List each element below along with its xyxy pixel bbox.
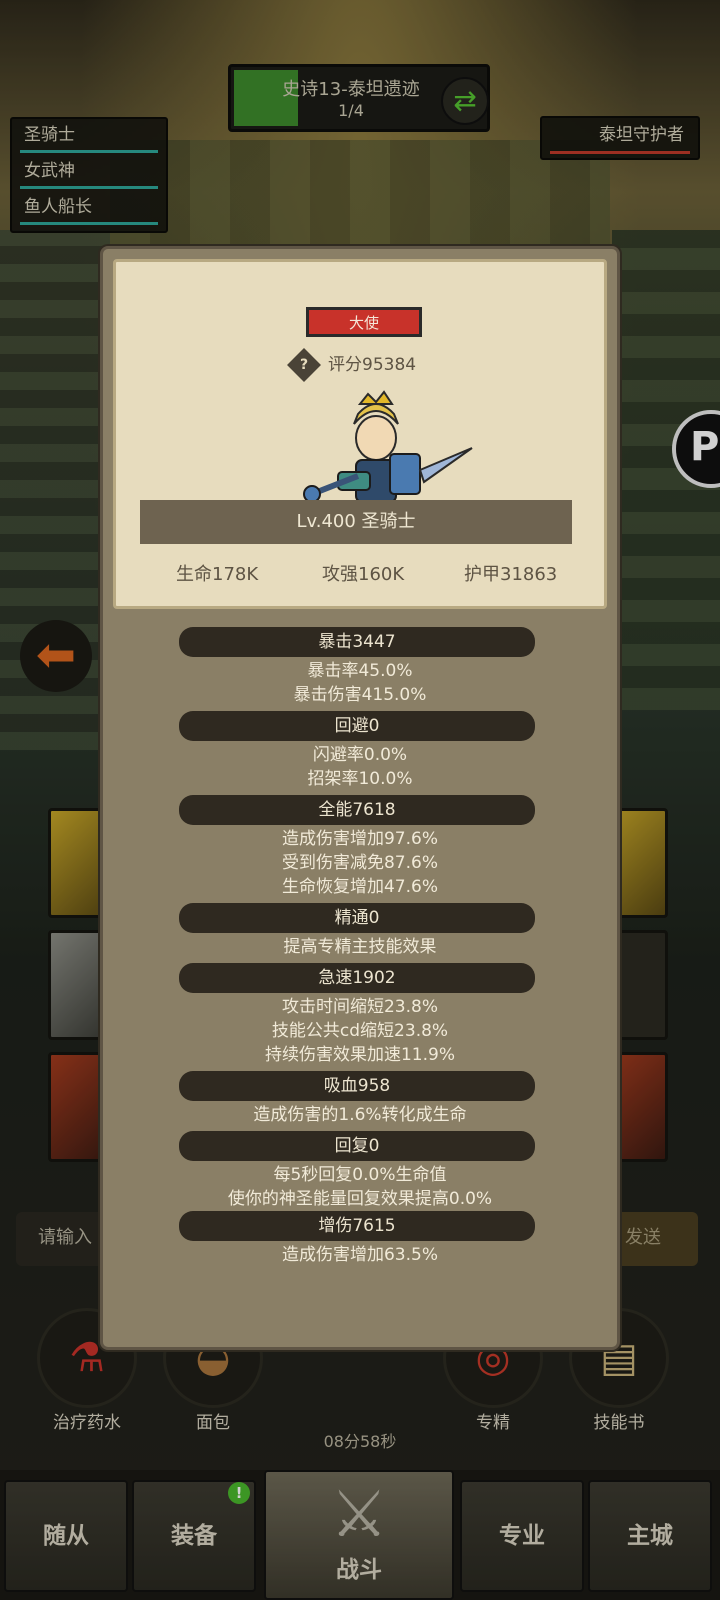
stat-versatility-header: 全能7618 <box>179 795 535 825</box>
stat-line: 提高专精主技能效果 <box>283 937 437 957</box>
rank-badge: 大使 <box>306 307 422 337</box>
stat-line: 使你的神圣能量回复效果提高0.0% <box>227 1189 493 1209</box>
stat-mastery-header: 精通0 <box>179 903 535 933</box>
paladin-portrait <box>303 390 473 503</box>
armor-stat: 护甲31863 <box>464 564 558 585</box>
stat-line: 暴击伤害415.0% <box>293 685 427 705</box>
stat-line: 受到伤害减免87.6% <box>281 853 438 873</box>
stat-line: 造成伤害的1.6%转化成生命 <box>253 1105 467 1125</box>
help-icon[interactable]: ? <box>287 348 321 382</box>
level-name-banner: Lv.400 圣骑士 <box>140 500 572 544</box>
score-label: ? 评分95384 <box>287 348 452 382</box>
character-card: 大使 ? 评分95384 Lv.400 圣骑士 生命178K 攻强160K 护甲3… <box>113 259 607 609</box>
stat-line: 攻击时间缩短23.8% <box>281 997 438 1017</box>
stat-crit-header: 暴击3447 <box>179 627 535 657</box>
stat-line: 闪避率0.0% <box>312 745 408 765</box>
stat-damage-boost-header: 增伤7615 <box>179 1211 535 1241</box>
stat-line: 暴击率45.0% <box>307 661 413 681</box>
stat-line: 招架率10.0% <box>307 769 413 789</box>
stat-avoidance-header: 回避0 <box>179 711 535 741</box>
stat-line: 生命恢复增加47.6% <box>281 877 438 897</box>
stat-line: 每5秒回复0.0%生命值 <box>273 1165 447 1185</box>
stat-line: 造成伤害增加97.6% <box>281 829 438 849</box>
stat-regen-header: 回复0 <box>179 1131 535 1161</box>
character-stats-panel: 大使 ? 评分95384 Lv.400 圣骑士 生命178K 攻强160K 护甲3… <box>100 246 620 1350</box>
stat-lifesteal-header: 吸血958 <box>179 1071 535 1101</box>
score-value: 评分95384 <box>328 355 417 375</box>
hp-stat: 生命178K <box>176 564 259 585</box>
attack-stat: 攻强160K <box>322 564 405 585</box>
stat-line: 持续伤害效果加速11.9% <box>264 1045 455 1065</box>
stat-line: 技能公共cd缩短23.8% <box>271 1021 449 1041</box>
stat-line: 造成伤害增加63.5% <box>281 1245 438 1265</box>
stat-haste-header: 急速1902 <box>179 963 535 993</box>
